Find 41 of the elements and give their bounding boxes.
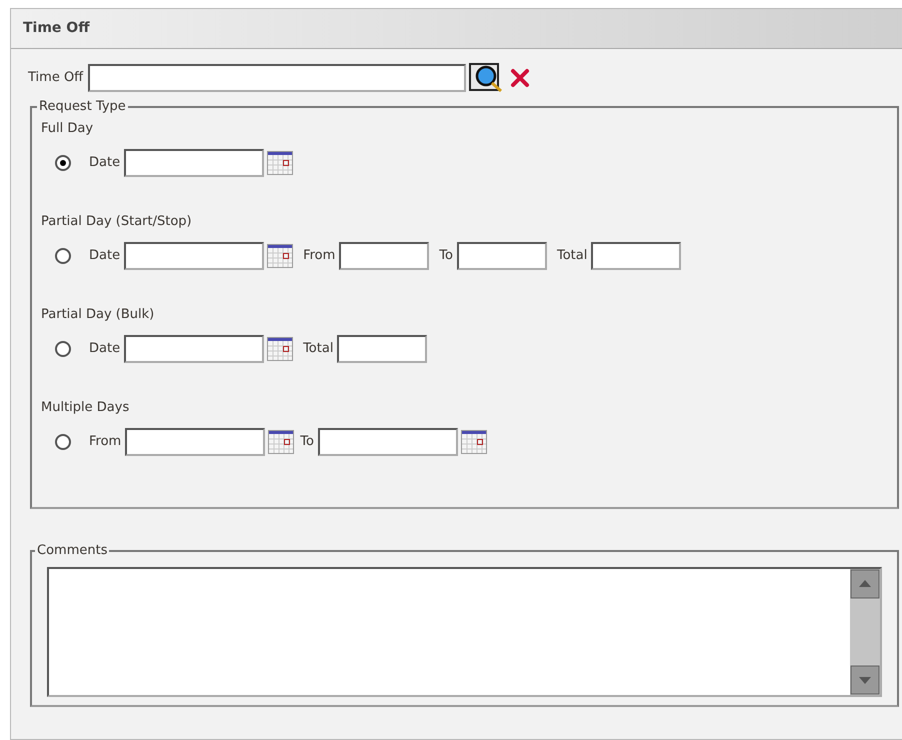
field-label: Total <box>303 340 334 358</box>
calendar-icon[interactable] <box>460 430 487 454</box>
input-field[interactable] <box>591 242 682 270</box>
option-heading: Multiple Days <box>41 398 130 416</box>
scroll-up-icon[interactable] <box>850 568 880 598</box>
date-field[interactable] <box>318 428 458 456</box>
field-label: Time Off <box>28 69 84 88</box>
comments-field[interactable] <box>47 566 882 696</box>
time-off-field[interactable] <box>88 64 466 92</box>
scrollbar[interactable] <box>850 568 880 694</box>
scroll-down-icon[interactable] <box>850 664 880 694</box>
calendar-icon[interactable] <box>267 150 294 174</box>
field-label: From <box>89 432 122 451</box>
panel-title: Time Off <box>23 19 90 38</box>
close-icon[interactable] <box>510 68 530 88</box>
calendar-icon[interactable] <box>267 244 294 268</box>
field-label: From <box>303 246 336 265</box>
option-heading: Partial Day (Start/Stop) <box>41 212 193 230</box>
date-field[interactable] <box>124 148 264 176</box>
field-label: To <box>439 246 453 265</box>
field-label: Date <box>89 340 120 358</box>
radio-button[interactable] <box>55 154 71 170</box>
field-label: Date <box>89 154 120 172</box>
calendar-icon[interactable] <box>268 430 294 454</box>
date-field[interactable] <box>125 428 266 456</box>
field-label: Total <box>556 246 588 265</box>
option-heading: Partial Day (Bulk) <box>41 306 156 324</box>
input-field[interactable] <box>337 334 428 362</box>
input-field[interactable] <box>456 242 547 270</box>
group-legend: Request Type <box>37 97 128 116</box>
input-field[interactable] <box>339 242 430 270</box>
calendar-icon[interactable] <box>267 336 294 360</box>
date-field[interactable] <box>124 334 264 362</box>
group-legend: Comments <box>35 541 110 560</box>
radio-button[interactable] <box>55 340 71 356</box>
radio-button[interactable] <box>55 434 71 450</box>
field-label: Date <box>89 246 120 265</box>
option-heading: Full Day <box>41 120 94 138</box>
radio-button[interactable] <box>55 248 71 264</box>
field-label: To <box>300 432 314 451</box>
date-field[interactable] <box>124 242 264 270</box>
